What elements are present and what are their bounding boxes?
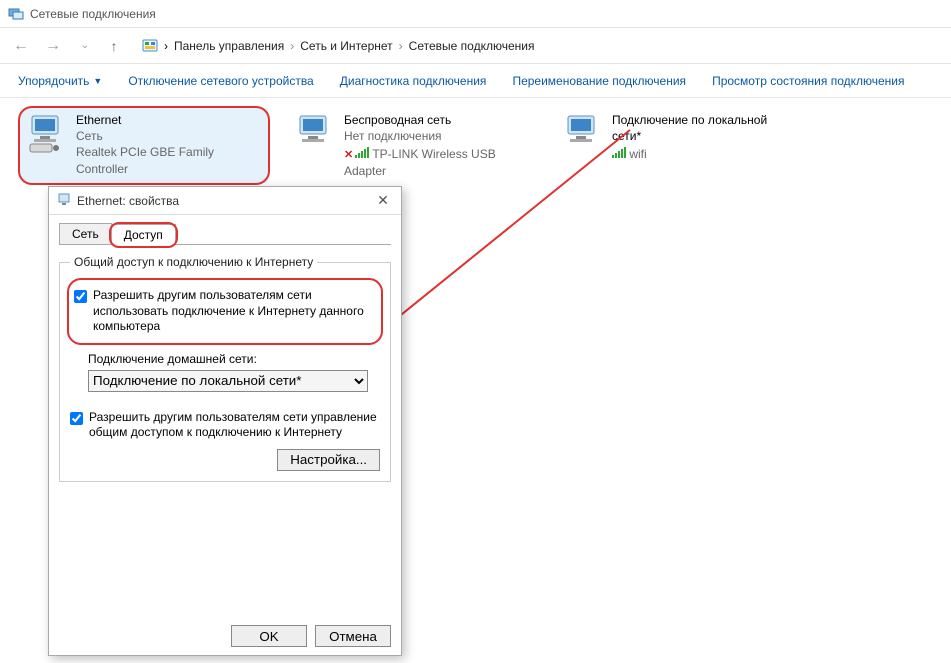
status-link[interactable]: Просмотр состояния подключения [712, 74, 904, 88]
breadcrumb-sep: › [164, 39, 168, 53]
rename-link[interactable]: Переименование подключения [512, 74, 686, 88]
disconnected-icon: ✕ [344, 149, 353, 161]
connection-device: Realtek PCIe GBE Family Controller [76, 144, 262, 176]
tab-network[interactable]: Сеть [59, 223, 112, 244]
window-title: Сетевые подключения [30, 7, 156, 21]
organize-menu[interactable]: Упорядочить▼ [18, 74, 102, 88]
up-button[interactable]: ↑ [104, 36, 124, 56]
control-panel-icon [142, 38, 158, 54]
allow-control-label: Разрешить другим пользователям сети упра… [89, 410, 380, 441]
signal-icon [612, 146, 626, 158]
connection-local[interactable]: Подключение по локальной сети* wifi [556, 108, 804, 183]
wireless-icon [294, 112, 338, 154]
close-button[interactable]: ✕ [373, 192, 393, 209]
connection-status: Сеть [76, 128, 262, 144]
breadcrumb-sep-icon: › [290, 39, 294, 53]
cancel-button[interactable]: Отмена [315, 625, 391, 647]
properties-dialog: Ethernet: свойства ✕ Сеть Доступ Общий д… [48, 186, 402, 656]
diagnose-link[interactable]: Диагностика подключения [340, 74, 487, 88]
back-button[interactable]: ← [8, 33, 34, 59]
connection-status: wifi [612, 144, 798, 162]
disable-device-link[interactable]: Отключение сетевого устройства [128, 74, 313, 88]
home-net-select[interactable]: Подключение по локальной сети* [88, 370, 368, 392]
connection-wireless[interactable]: Беспроводная сеть Нет подключения ✕ TP-L… [288, 108, 536, 183]
allow-share-label: Разрешить другим пользователям сети испо… [93, 288, 376, 335]
sharing-group: Общий доступ к подключению к Интернету Р… [59, 255, 391, 482]
dialog-title: Ethernet: свойства [77, 194, 179, 208]
breadcrumb-mid[interactable]: Сеть и Интернет [300, 39, 392, 53]
connection-ethernet[interactable]: Ethernet Сеть Realtek PCIe GBE Family Co… [20, 108, 268, 183]
breadcrumb-leaf[interactable]: Сетевые подключения [409, 39, 535, 53]
app-icon [8, 6, 24, 22]
group-title: Общий доступ к подключению к Интернету [70, 255, 317, 269]
ethernet-icon [26, 112, 70, 154]
local-net-icon [562, 112, 606, 154]
breadcrumb-sep-icon: › [399, 39, 403, 53]
connection-status: Нет подключения [344, 128, 530, 144]
recent-dropdown[interactable]: ⌄ [72, 33, 98, 59]
breadcrumb-root[interactable]: Панель управления [174, 39, 284, 53]
tab-sharing[interactable]: Доступ [111, 224, 176, 245]
ok-button[interactable]: OK [231, 625, 307, 647]
dialog-icon [57, 192, 71, 209]
settings-button[interactable]: Настройка... [277, 449, 380, 471]
connection-title: Беспроводная сеть [344, 112, 530, 128]
connection-title: Ethernet [76, 112, 262, 128]
connection-title: Подключение по локальной сети* [612, 112, 798, 144]
breadcrumb[interactable]: Панель управления › Сеть и Интернет › Се… [174, 39, 534, 53]
forward-button[interactable]: → [40, 33, 66, 59]
connection-device: ✕ TP-LINK Wireless USB Adapter [344, 144, 530, 179]
allow-share-checkbox[interactable] [74, 290, 87, 303]
allow-control-checkbox[interactable] [70, 412, 83, 425]
signal-icon [355, 146, 369, 158]
home-net-label: Подключение домашней сети: [88, 352, 380, 366]
